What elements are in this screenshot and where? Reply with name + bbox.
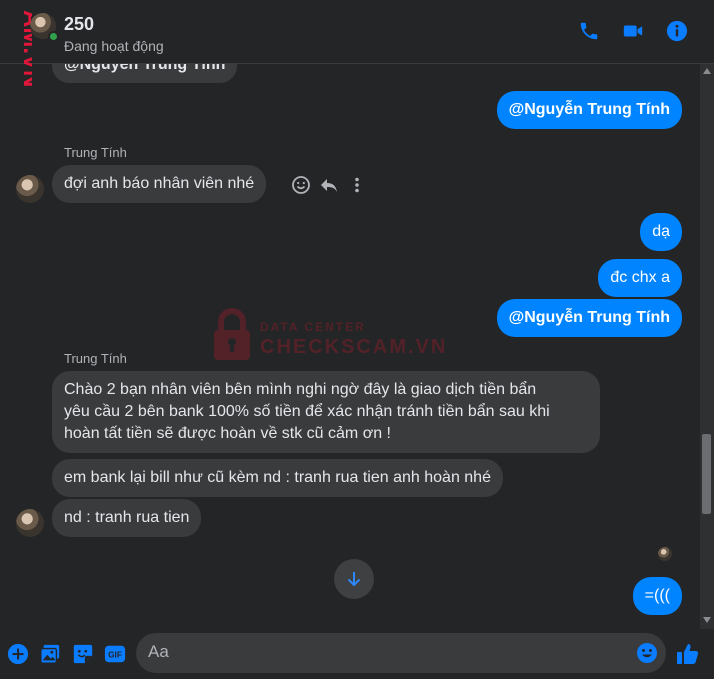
online-indicator xyxy=(48,31,59,42)
sender-name: Trung Tính xyxy=(64,145,127,160)
avatar[interactable] xyxy=(16,175,44,203)
message-bubble-outgoing[interactable]: @Nguyễn Trung Tính xyxy=(496,299,682,337)
lock-icon xyxy=(214,308,250,360)
thumbs-up-icon[interactable] xyxy=(676,642,700,666)
message-text: @Nguyễn Trung Tính xyxy=(508,101,670,118)
message-bubble-incoming[interactable]: @Nguyễn Trung Tính xyxy=(52,64,238,83)
avatar[interactable] xyxy=(16,509,44,537)
sticker-icon[interactable] xyxy=(72,643,94,665)
scroll-up-icon[interactable] xyxy=(703,68,711,74)
conversation-header: AM.VN 250 Đang hoạt động xyxy=(0,0,714,87)
message-text: dạ xyxy=(652,223,670,240)
svg-text:GIF: GIF xyxy=(108,651,122,660)
message-bubble-outgoing[interactable]: @Nguyễn Trung Tính xyxy=(496,91,682,129)
message-input[interactable] xyxy=(148,642,628,662)
message-bubble-outgoing[interactable]: =((( xyxy=(632,577,682,615)
message-bubble-outgoing[interactable]: dạ xyxy=(640,213,682,251)
message-text: @Nguyễn Trung Tính xyxy=(64,64,226,73)
emoji-icon[interactable] xyxy=(636,642,658,664)
sender-name: Trung Tính xyxy=(64,351,127,366)
contact-avatar[interactable] xyxy=(30,13,59,42)
message-bubble-incoming[interactable]: đợi anh báo nhân viên nhé xyxy=(52,165,267,203)
image-gallery-icon[interactable] xyxy=(39,643,61,665)
gif-icon[interactable]: GIF xyxy=(104,643,126,665)
message-bubble-incoming[interactable]: Chào 2 bạn nhân viên bên mình nghi ngờ đ… xyxy=(52,371,600,453)
composer: GIF xyxy=(0,629,714,679)
info-icon[interactable] xyxy=(666,20,688,42)
message-input-container[interactable] xyxy=(136,633,666,673)
message-text-line: hoàn tất tiền sẽ được hoàn về stk cũ cảm… xyxy=(64,425,391,442)
reply-arrow-icon[interactable] xyxy=(319,175,339,195)
watermark-small-text: DATA CENTER xyxy=(260,320,366,334)
message-text-line: Chào 2 bạn nhân viên bên mình nghi ngờ đ… xyxy=(64,381,537,398)
message-text-line: yêu cầu 2 bên bank 100% số tiền để xác n… xyxy=(64,403,550,420)
watermark-big-text: CHECKSCAM.VN xyxy=(260,336,448,358)
message-bubble-incoming[interactable]: nd : tranh rua tien xyxy=(52,499,202,537)
scroll-down-icon[interactable] xyxy=(703,617,711,623)
plus-circle-icon[interactable] xyxy=(7,643,29,665)
message-bubble-outgoing[interactable]: đc chx a xyxy=(598,259,682,297)
message-text: @Nguyễn Trung Tính xyxy=(508,309,670,326)
message-thread[interactable]: DATA CENTER CHECKSCAM.VN @Nguyễn Trung T… xyxy=(0,64,714,629)
more-vertical-icon[interactable] xyxy=(350,175,364,195)
active-status: Đang hoạt động xyxy=(64,38,164,54)
seen-receipt-avatar xyxy=(658,547,672,561)
scrollbar-thumb[interactable] xyxy=(702,434,711,514)
arrow-down-icon xyxy=(347,572,361,587)
message-text: đợi anh báo nhân viên nhé xyxy=(64,175,255,192)
jump-to-latest-button[interactable] xyxy=(334,559,374,599)
message-text: em bank lại bill như cũ kèm nd : tranh r… xyxy=(64,469,491,486)
conversation-title[interactable]: 250 xyxy=(64,14,94,35)
smiley-icon[interactable] xyxy=(291,175,311,195)
checkscam-watermark: DATA CENTER CHECKSCAM.VN xyxy=(210,308,450,364)
scrollbar[interactable] xyxy=(700,64,714,629)
message-bubble-incoming[interactable]: em bank lại bill như cũ kèm nd : tranh r… xyxy=(52,459,503,497)
video-camera-icon[interactable] xyxy=(622,20,644,42)
message-text: đc chx a xyxy=(610,269,670,286)
message-text: =((( xyxy=(644,587,670,604)
phone-icon[interactable] xyxy=(578,20,600,42)
message-text: nd : tranh rua tien xyxy=(64,509,190,526)
